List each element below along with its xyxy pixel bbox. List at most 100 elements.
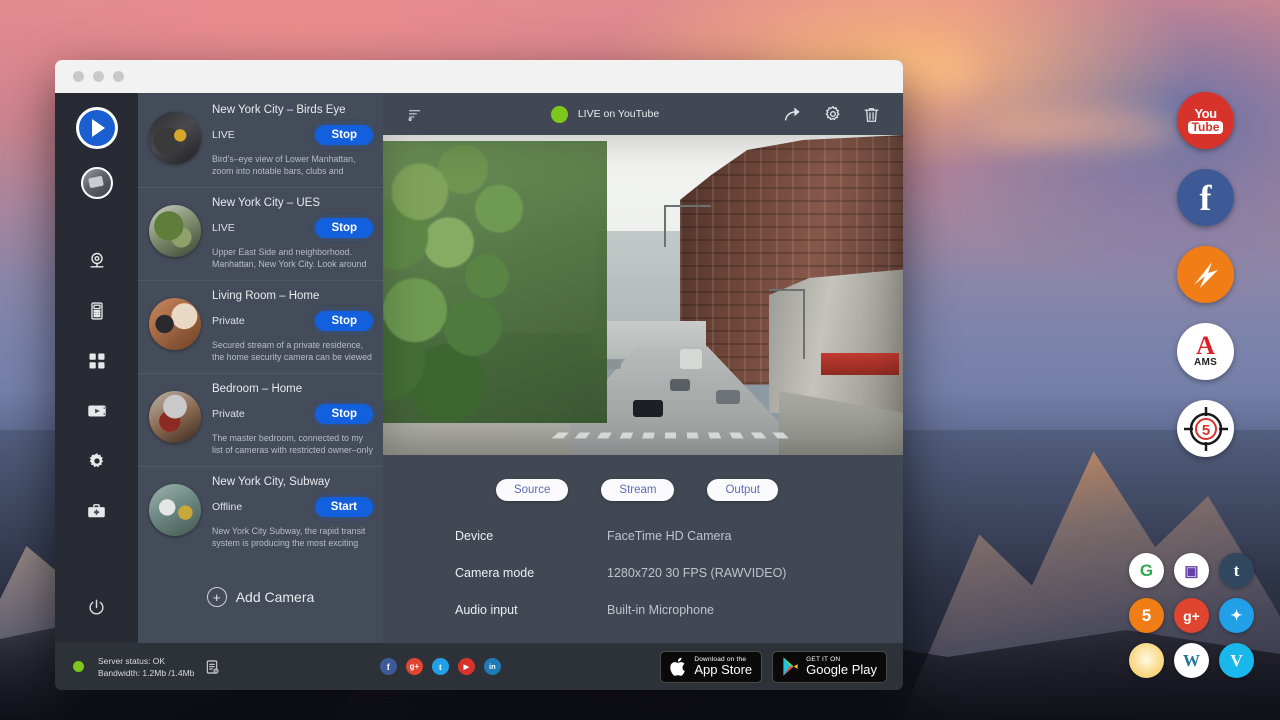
desktop-dock-grid: G ▣ t 5 g+ ✦ ● W V — [1129, 553, 1254, 678]
camera-list-item[interactable]: New York City, Subway Offline Start New … — [138, 467, 383, 559]
sort-icon[interactable] — [401, 107, 427, 122]
detail-value: 1280x720 30 FPS (RAWVIDEO) — [607, 566, 786, 580]
adobe-dock-glyph: A — [1196, 335, 1215, 357]
camera-list-scroll[interactable]: New York City – Birds Eye LIVE Stop Bird… — [138, 93, 383, 643]
tab-output[interactable]: Output — [707, 479, 778, 501]
video-preview[interactable] — [383, 135, 903, 455]
sort-lines-icon — [407, 107, 422, 122]
sidebar-item-dashboard[interactable] — [77, 341, 117, 381]
maximize-button[interactable] — [113, 71, 124, 82]
twitter-glyph: t — [439, 662, 442, 672]
sidebar-item-devices[interactable] — [77, 291, 117, 331]
camera-description: New York City Subway, the rapid transit … — [212, 525, 373, 549]
youtube-dock-icon[interactable]: You Tube — [1177, 92, 1234, 149]
camera-status: LIVE — [212, 222, 235, 234]
facebook-dock-icon[interactable]: f — [1177, 169, 1234, 226]
camera-list-item[interactable]: Living Room – Home Private Stop Secured … — [138, 281, 383, 374]
linkedin-glyph: in — [489, 662, 496, 671]
camera-title: New York City – Birds Eye — [212, 104, 373, 116]
play-triangle-icon — [781, 656, 800, 677]
camera-thumbnail — [149, 484, 201, 536]
sidebar-item-settings[interactable] — [77, 441, 117, 481]
camera-action-button[interactable]: Stop — [315, 404, 373, 424]
gear-icon — [87, 451, 107, 471]
app-logo[interactable] — [76, 107, 118, 149]
gear-icon — [823, 104, 843, 124]
facebook-icon[interactable]: f — [380, 658, 397, 675]
five-icon[interactable]: 5 — [1129, 598, 1164, 633]
youtube-icon[interactable]: ▶ — [458, 658, 475, 675]
camera-title: New York City, Subway — [212, 476, 373, 488]
vimeo-icon[interactable]: V — [1219, 643, 1254, 678]
live-status-label: LIVE on YouTube — [578, 108, 659, 120]
live-indicator-dot — [551, 106, 568, 123]
avatar[interactable] — [81, 167, 113, 199]
camera-action-button[interactable]: Stop — [315, 311, 373, 331]
detail-value: Built-in Microphone — [607, 603, 714, 617]
camera-title: New York City – UES — [212, 197, 373, 209]
sun-icon[interactable]: ● — [1129, 643, 1164, 678]
googleplus-icon[interactable]: g+ — [406, 658, 423, 675]
video-preview-wrap — [383, 135, 903, 455]
camera-action-button[interactable]: Stop — [315, 125, 373, 145]
adobe-ams-dock-icon[interactable]: A AMS — [1177, 323, 1234, 380]
vimeo-glyph: V — [1230, 651, 1242, 671]
tumblr-icon[interactable]: t — [1219, 553, 1254, 588]
detail-row: Device FaceTime HD Camera — [455, 529, 903, 543]
camera-list-item[interactable]: New York City – Birds Eye LIVE Stop Bird… — [138, 95, 383, 188]
sidebar-item-power[interactable] — [87, 598, 106, 617]
tab-source[interactable]: Source — [496, 479, 568, 501]
camera-list-item[interactable]: New York City – UES LIVE Stop Upper East… — [138, 188, 383, 281]
camera-list-item[interactable]: Bedroom – Home Private Stop The master b… — [138, 374, 383, 467]
app-window: New York City – Birds Eye LIVE Stop Bird… — [55, 60, 903, 690]
detail-label: Camera mode — [455, 566, 607, 580]
close-button[interactable] — [73, 71, 84, 82]
share-icon[interactable] — [783, 104, 804, 125]
linkedin-icon[interactable]: in — [484, 658, 501, 675]
detail-row: Camera mode 1280x720 30 FPS (RAWVIDEO) — [455, 566, 903, 580]
twitter-dock-icon[interactable]: ✦ — [1219, 598, 1254, 633]
wordpress-glyph: W — [1183, 651, 1200, 671]
trash-icon[interactable] — [862, 105, 881, 124]
webcam-icon — [87, 251, 107, 271]
tumblr-glyph: t — [1234, 561, 1240, 581]
twitch-icon[interactable]: ▣ — [1174, 553, 1209, 588]
detail-tabs: Source Stream Output — [383, 479, 903, 501]
google-play-badge[interactable]: GET IT ON Google Play — [772, 651, 887, 683]
googleplus-glyph: g+ — [1183, 608, 1200, 624]
camera-action-button[interactable]: Stop — [315, 218, 373, 238]
camera-description: Upper East Side and neighborhood. Manhat… — [212, 246, 373, 270]
wowza-dock-icon[interactable] — [1177, 246, 1234, 303]
app-store-badge[interactable]: Download on the App Store — [660, 651, 762, 683]
play-icon — [92, 119, 105, 137]
target5-dock-icon[interactable]: 5 — [1177, 400, 1234, 457]
sidebar-item-support[interactable] — [77, 491, 117, 531]
bandwidth-text: Bandwidth: 1.2Mb /1.4Mb — [98, 667, 194, 679]
app-store-title: App Store — [694, 663, 752, 677]
source-details: Device FaceTime HD Camera Camera mode 12… — [455, 529, 903, 640]
twitter-glyph: ✦ — [1231, 607, 1243, 624]
apple-icon — [669, 656, 688, 678]
video-vignette — [383, 135, 903, 455]
device-icon — [87, 301, 107, 321]
grasshopper-icon[interactable]: G — [1129, 553, 1164, 588]
add-camera-button[interactable]: + Add Camera — [138, 559, 383, 607]
camera-status: Private — [212, 315, 245, 327]
server-status-text: Server status: OK — [98, 655, 194, 667]
live-status-group: LIVE on YouTube — [437, 106, 773, 123]
wordpress-icon[interactable]: W — [1174, 643, 1209, 678]
twitter-icon[interactable]: t — [432, 658, 449, 675]
facebook-dock-glyph: f — [1200, 180, 1212, 216]
minimize-button[interactable] — [93, 71, 104, 82]
sidebar-item-broadcast[interactable] — [77, 391, 117, 431]
tab-stream[interactable]: Stream — [601, 479, 674, 501]
power-icon — [87, 598, 106, 617]
sidebar-item-cameras[interactable] — [77, 241, 117, 281]
log-document-icon[interactable] — [204, 659, 220, 675]
grasshopper-glyph: G — [1140, 561, 1153, 581]
camera-thumbnail — [149, 205, 201, 257]
settings-gear-icon[interactable] — [823, 104, 843, 124]
main-panel: LIVE on YouTube — [383, 93, 903, 643]
camera-action-button[interactable]: Start — [315, 497, 373, 517]
googleplus-dock-icon[interactable]: g+ — [1174, 598, 1209, 633]
